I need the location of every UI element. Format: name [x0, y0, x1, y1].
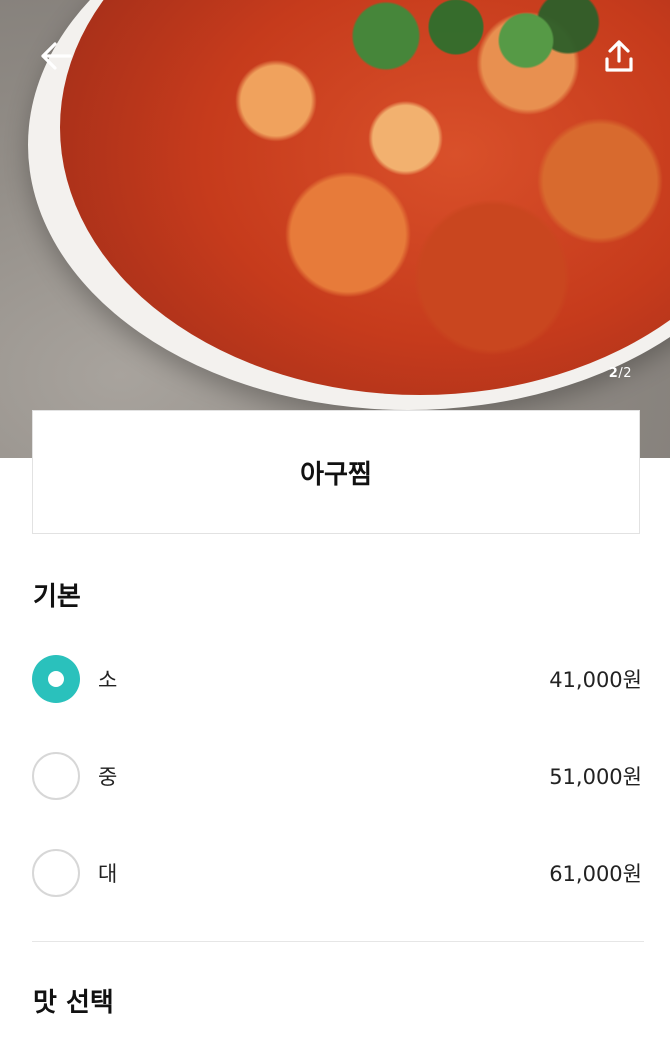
image-counter-current: 2	[608, 366, 619, 381]
arrow-left-icon	[41, 42, 72, 70]
share-upload-icon	[605, 40, 633, 72]
menu-name: 아구찜	[300, 459, 372, 490]
radio-button[interactable]	[32, 849, 80, 897]
section-divider	[32, 941, 644, 942]
option-row-medium[interactable]: 중 51,000원	[32, 749, 642, 803]
menu-title-card: 아구찜	[32, 410, 640, 534]
option-row-large[interactable]: 대 61,000원	[32, 846, 642, 900]
image-counter-total: /2	[618, 366, 632, 381]
image-counter: 2/2	[609, 366, 632, 381]
back-button[interactable]	[34, 34, 78, 78]
garnish-graphic	[330, 0, 610, 90]
option-price: 41,000원	[549, 668, 642, 692]
radio-button-checked[interactable]	[32, 655, 80, 703]
radio-button[interactable]	[32, 752, 80, 800]
option-price: 61,000원	[549, 862, 642, 886]
option-label: 중	[98, 765, 118, 789]
hero-image: 2/2	[0, 0, 670, 458]
option-label: 대	[98, 862, 118, 886]
radio-dot	[48, 671, 64, 687]
option-label: 소	[98, 668, 118, 692]
section-title-base: 기본	[33, 582, 81, 612]
option-row-small[interactable]: 소 41,000원	[32, 652, 642, 706]
section-title-taste: 맛 선택	[33, 988, 114, 1018]
share-button[interactable]	[597, 34, 641, 78]
option-price: 51,000원	[549, 765, 642, 789]
